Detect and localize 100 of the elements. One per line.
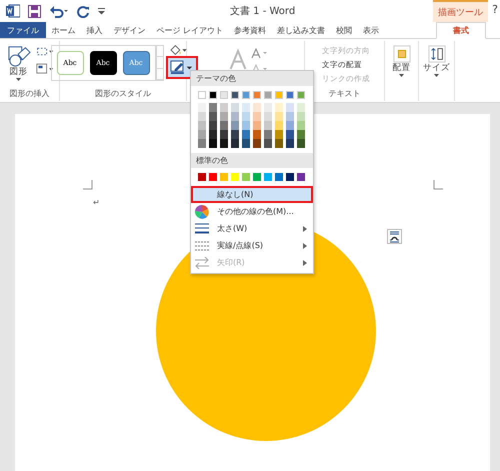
ribbon-tab[interactable]: 表示: [358, 22, 385, 38]
color-swatch[interactable]: [253, 91, 261, 99]
color-swatch[interactable]: [220, 103, 228, 112]
color-swatch[interactable]: [209, 103, 217, 112]
color-swatch[interactable]: [253, 130, 261, 139]
color-swatch[interactable]: [286, 91, 294, 99]
menu-item[interactable]: その他の線の色(M)...: [191, 203, 313, 220]
color-swatch[interactable]: [220, 112, 228, 121]
color-swatch[interactable]: [198, 130, 206, 139]
color-swatch[interactable]: [231, 121, 239, 130]
color-swatch[interactable]: [297, 173, 305, 181]
undo-icon[interactable]: [49, 4, 69, 18]
color-swatch[interactable]: [231, 139, 239, 148]
color-swatch[interactable]: [220, 130, 228, 139]
ribbon-tab[interactable]: 校閲: [330, 22, 358, 38]
text-fill-icon[interactable]: [251, 48, 267, 59]
color-swatch[interactable]: [253, 139, 261, 148]
color-swatch[interactable]: [242, 121, 250, 130]
menu-item[interactable]: 太さ(W): [191, 220, 313, 237]
color-swatch[interactable]: [231, 173, 239, 181]
ribbon-tab[interactable]: 挿入: [81, 22, 108, 38]
color-swatch[interactable]: [297, 103, 305, 112]
color-swatch[interactable]: [297, 91, 305, 99]
size-button[interactable]: サイズ: [422, 43, 451, 80]
color-swatch[interactable]: [198, 112, 206, 121]
color-swatch[interactable]: [297, 121, 305, 130]
color-swatch[interactable]: [231, 91, 239, 99]
color-swatch[interactable]: [198, 103, 206, 112]
redo-icon[interactable]: [77, 4, 90, 18]
gallery-scroll-bar[interactable]: [156, 45, 164, 81]
color-swatch[interactable]: [286, 173, 294, 181]
color-swatch[interactable]: [209, 173, 217, 181]
shapes-button[interactable]: 図形: [6, 43, 32, 84]
color-swatch[interactable]: [264, 139, 272, 148]
color-swatch[interactable]: [297, 112, 305, 121]
color-swatch[interactable]: [297, 139, 305, 148]
color-swatch[interactable]: [253, 121, 261, 130]
color-swatch[interactable]: [275, 130, 283, 139]
color-swatch[interactable]: [275, 121, 283, 130]
color-swatch[interactable]: [242, 103, 250, 112]
color-swatch[interactable]: [220, 121, 228, 130]
color-swatch[interactable]: [198, 173, 206, 181]
color-swatch[interactable]: [286, 103, 294, 112]
color-swatch[interactable]: [275, 91, 283, 99]
color-swatch[interactable]: [264, 91, 272, 99]
color-swatch[interactable]: [275, 103, 283, 112]
layout-options-icon[interactable]: [387, 229, 402, 244]
color-swatch[interactable]: [209, 130, 217, 139]
edit-shape-icon[interactable]: [36, 46, 54, 57]
color-swatch[interactable]: [275, 112, 283, 121]
color-swatch[interactable]: [209, 121, 217, 130]
word-logo-icon[interactable]: [6, 4, 20, 18]
color-swatch[interactable]: [264, 103, 272, 112]
color-swatch[interactable]: [275, 139, 283, 148]
color-swatch[interactable]: [242, 130, 250, 139]
color-swatch[interactable]: [220, 173, 228, 181]
shape-outline-button[interactable]: [168, 58, 196, 77]
color-swatch[interactable]: [286, 112, 294, 121]
color-swatch[interactable]: [264, 173, 272, 181]
wordart-icon[interactable]: [229, 49, 247, 71]
color-swatch[interactable]: [209, 139, 217, 148]
color-swatch[interactable]: [253, 112, 261, 121]
color-swatch[interactable]: [198, 121, 206, 130]
text-box-icon[interactable]: [36, 63, 54, 75]
arrange-button[interactable]: 配置: [392, 43, 412, 80]
color-swatch[interactable]: [198, 91, 206, 99]
ribbon-tab[interactable]: 書式: [436, 22, 486, 39]
color-swatch[interactable]: [264, 130, 272, 139]
color-swatch[interactable]: [209, 112, 217, 121]
color-swatch[interactable]: [286, 121, 294, 130]
color-swatch[interactable]: [220, 91, 228, 99]
color-swatch[interactable]: [264, 121, 272, 130]
color-swatch[interactable]: [286, 130, 294, 139]
ribbon-tab[interactable]: ホーム: [46, 22, 81, 38]
ribbon-tab[interactable]: ページ レイアウト: [151, 22, 229, 38]
color-swatch[interactable]: [253, 103, 261, 112]
color-swatch[interactable]: [242, 91, 250, 99]
paint-bucket-icon[interactable]: [168, 43, 188, 57]
color-swatch[interactable]: [242, 139, 250, 148]
ribbon-tab[interactable]: デザイン: [108, 22, 151, 38]
ribbon-tab[interactable]: 差し込み文書: [272, 22, 331, 38]
color-swatch[interactable]: [198, 139, 206, 148]
save-icon[interactable]: [28, 4, 41, 18]
color-swatch[interactable]: [220, 139, 228, 148]
ribbon-tab[interactable]: ファイル: [0, 22, 46, 38]
color-swatch[interactable]: [242, 173, 250, 181]
help-button[interactable]: ?: [490, 3, 500, 16]
menu-item[interactable]: 線なし(N): [191, 186, 313, 203]
ribbon-tab[interactable]: 参考資料: [228, 22, 272, 38]
color-swatch[interactable]: [242, 112, 250, 121]
color-swatch[interactable]: [231, 103, 239, 112]
color-swatch[interactable]: [253, 173, 261, 181]
color-swatch[interactable]: [264, 112, 272, 121]
color-swatch[interactable]: [231, 130, 239, 139]
color-swatch[interactable]: [297, 130, 305, 139]
color-swatch[interactable]: [286, 139, 294, 148]
color-swatch[interactable]: [209, 91, 217, 99]
color-swatch[interactable]: [231, 112, 239, 121]
menu-item[interactable]: 実線/点線(S): [191, 237, 313, 254]
color-swatch[interactable]: [275, 173, 283, 181]
